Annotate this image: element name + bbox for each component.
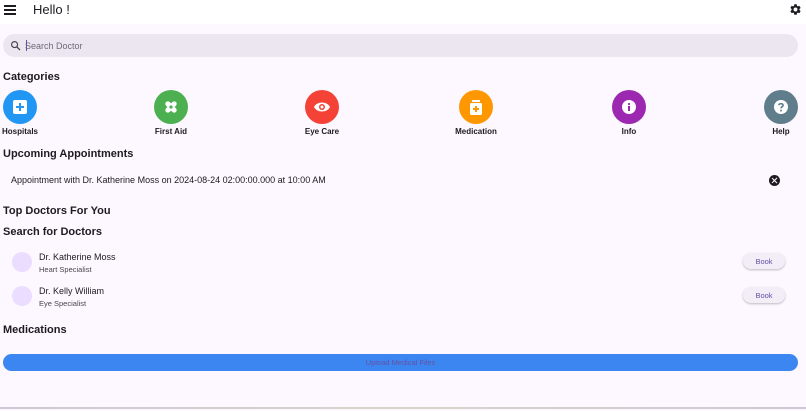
app-title: Hello ! — [33, 2, 70, 17]
search-icon — [11, 41, 21, 51]
category-label: Help — [772, 127, 790, 136]
upload-medical-files-button[interactable]: Upload Medical Files — [3, 354, 798, 371]
medication-icon — [459, 90, 493, 124]
search-input[interactable] — [25, 37, 785, 54]
category-eye-care[interactable]: Eye Care — [292, 90, 352, 140]
close-icon[interactable] — [769, 175, 780, 186]
category-info[interactable]: Info — [599, 90, 659, 140]
help-icon — [764, 90, 798, 124]
category-label: Medication — [455, 127, 497, 136]
category-label: Eye Care — [304, 127, 340, 136]
hospital-plus-icon — [3, 90, 37, 124]
category-label: Hospitals — [1, 127, 38, 136]
category-medication[interactable]: Medication — [446, 90, 506, 140]
eye-icon — [305, 90, 339, 124]
category-help[interactable]: Help — [751, 90, 806, 140]
doctor-name: Dr. Kelly William — [39, 286, 105, 296]
app-bar: Hello ! — [0, 0, 806, 24]
menu-icon[interactable] — [4, 5, 16, 15]
avatar — [12, 286, 32, 306]
doctor-row: Dr. Katherine Moss Heart Specialist Book — [0, 251, 806, 281]
appointment-text: Appointment with Dr. Katherine Moss on 2… — [11, 175, 326, 185]
doctor-row: Dr. Kelly William Eye Specialist Book — [0, 285, 806, 315]
bandage-icon — [154, 90, 188, 124]
category-label: First Aid — [154, 127, 188, 136]
appointments-heading: Upcoming Appointments — [3, 148, 134, 160]
medications-heading: Medications — [3, 324, 67, 336]
gear-icon[interactable] — [789, 3, 802, 16]
book-button[interactable]: Book — [743, 253, 785, 269]
doctor-specialty: Heart Specialist — [39, 265, 92, 274]
top-doctors-heading: Top Doctors For You — [3, 205, 111, 217]
categories-heading: Categories — [3, 71, 60, 83]
text-cursor — [26, 40, 27, 51]
book-button[interactable]: Book — [743, 287, 785, 303]
category-label: Info — [621, 127, 637, 136]
search-bar[interactable] — [3, 34, 798, 57]
category-first-aid[interactable]: First Aid — [141, 90, 201, 140]
info-icon — [612, 90, 646, 124]
search-doctors-heading: Search for Doctors — [3, 226, 103, 238]
bottom-divider — [0, 407, 806, 409]
category-hospitals[interactable]: Hospitals — [0, 90, 50, 140]
avatar — [12, 252, 32, 272]
doctor-specialty: Eye Specialist — [39, 299, 87, 308]
doctor-name: Dr. Katherine Moss — [39, 252, 116, 262]
